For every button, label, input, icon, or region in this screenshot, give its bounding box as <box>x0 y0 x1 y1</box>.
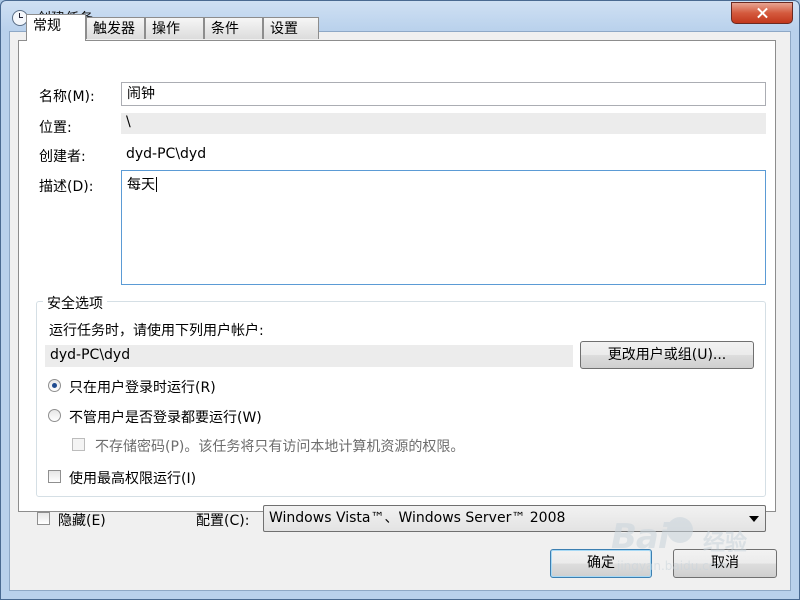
radio-whether-logged-on[interactable] <box>48 409 61 422</box>
watermark-url: jingyan.baidu.com <box>617 559 728 573</box>
tab-actions[interactable]: 操作 <box>145 17 204 39</box>
no-store-password-label: 不存储密码(P)。该任务将只有访问本地计算机资源的权限。 <box>95 439 465 455</box>
change-user-button-label: 更改用户或组(U)... <box>607 347 727 363</box>
author-value: dyd-PC\dyd <box>126 146 207 162</box>
paw-icon <box>667 517 693 543</box>
hidden-checkbox[interactable] <box>37 512 50 525</box>
name-value: 闹钟 <box>127 86 155 102</box>
tab-general-label: 常规 <box>33 18 61 34</box>
config-value: Windows Vista™、Windows Server™ 2008 <box>269 510 566 526</box>
radio-whether-logged-on-label[interactable]: 不管用户是否登录都要运行(W) <box>69 407 262 427</box>
security-legend: 安全选项 <box>43 293 107 313</box>
watermark-cn: 经验 <box>703 531 748 556</box>
name-input[interactable]: 闹钟 <box>121 82 766 106</box>
watermark-logo: Bai <box>611 517 670 557</box>
description-label: 描述(D): <box>39 179 94 195</box>
tab-general[interactable]: 常规 <box>26 14 86 41</box>
radio-logged-on-label[interactable]: 只在用户登录时运行(R) <box>69 377 216 397</box>
tab-triggers[interactable]: 触发器 <box>86 17 145 39</box>
location-label: 位置: <box>39 120 72 136</box>
highest-privileges-label[interactable]: 使用最高权限运行(I) <box>69 468 196 488</box>
close-icon[interactable] <box>731 2 793 24</box>
location-value: \ <box>126 114 131 130</box>
change-user-button[interactable]: 更改用户或组(U)... <box>580 341 754 369</box>
tab-settings[interactable]: 设置 <box>263 17 319 39</box>
location-field: \ <box>121 113 766 134</box>
text-caret <box>156 177 157 192</box>
highest-privileges-checkbox[interactable] <box>48 470 61 483</box>
dialog-window: 创建任务 常规 触发器 操作 条件 设置 名称(M): 闹钟 位置: \ 创建者… <box>0 0 800 600</box>
account-value: dyd-PC\dyd <box>50 347 131 363</box>
no-store-password-checkbox <box>72 438 85 451</box>
tab-conditions-label: 条件 <box>211 21 239 37</box>
tab-actions-label: 操作 <box>152 21 180 37</box>
run-as-prompt: 运行任务时，请使用下列用户帐户: <box>49 323 264 339</box>
account-field: dyd-PC\dyd <box>45 345 573 367</box>
config-label: 配置(C): <box>196 513 250 529</box>
tab-conditions[interactable]: 条件 <box>204 17 263 39</box>
tab-triggers-label: 触发器 <box>93 21 135 37</box>
name-label: 名称(M): <box>39 89 95 105</box>
description-value: 每天 <box>127 177 155 193</box>
author-label: 创建者: <box>39 149 86 165</box>
hidden-label[interactable]: 隐藏(E) <box>58 510 106 530</box>
description-textarea[interactable]: 每天 <box>121 170 766 285</box>
tab-settings-label: 设置 <box>270 21 298 37</box>
radio-logged-on[interactable] <box>48 379 61 392</box>
baidu-watermark: Bai 经验 jingyan.baidu.com <box>611 517 771 587</box>
